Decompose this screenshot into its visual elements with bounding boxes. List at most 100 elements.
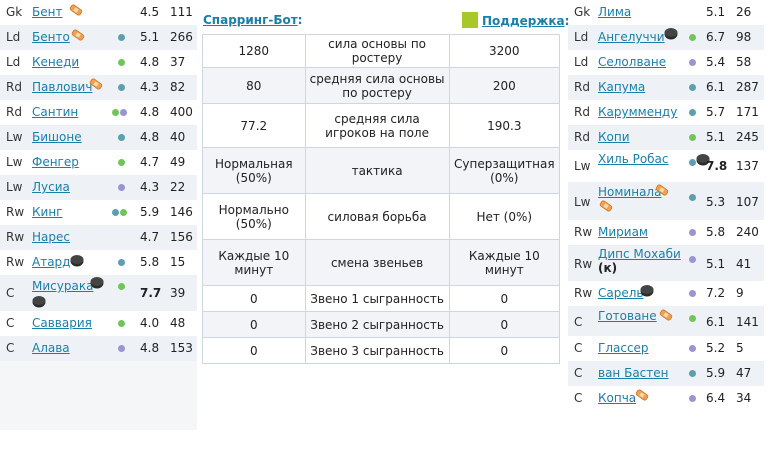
- player-row: Rw Нарес 4.7 156: [0, 225, 197, 250]
- player-name-link[interactable]: Селолване: [598, 55, 666, 69]
- puck-icon: [640, 284, 654, 297]
- metric-label: Звено 3 сыгранность: [304, 337, 450, 364]
- player-position: Gk: [6, 5, 23, 19]
- player-row: Rw Сарель 7.2 9: [568, 281, 764, 306]
- player-strength: 7.7: [140, 286, 162, 300]
- away-value: 0: [448, 285, 561, 312]
- home-value: 77.2: [202, 103, 306, 148]
- player-name-link[interactable]: Алава: [32, 341, 70, 355]
- player-name-link[interactable]: Хиль Робас: [598, 152, 669, 166]
- player-name-link[interactable]: Номинала: [598, 185, 661, 199]
- skill-dot: [689, 345, 696, 352]
- player-row: Rd Карумменду 5.7 171: [568, 100, 764, 125]
- player-strength: 7.8: [706, 159, 728, 173]
- away-value: 0: [448, 337, 561, 364]
- player-name-link[interactable]: Сарель: [598, 286, 643, 300]
- skill-dot: [689, 59, 696, 66]
- player-name-link[interactable]: Мириам: [598, 225, 648, 239]
- away-value: 0: [448, 311, 561, 338]
- player-position: C: [574, 341, 583, 355]
- player-row: Lw Номинала 5.3 107: [568, 182, 764, 220]
- skill-dots: [689, 345, 697, 359]
- player-row: Lw Лусиа 4.3 22: [0, 175, 197, 200]
- player-row: Rw Атард 5.8 15: [0, 250, 197, 275]
- player-name-link[interactable]: Глассер: [598, 341, 649, 355]
- player-number: 171: [736, 105, 759, 119]
- player-strength: 4.8: [140, 55, 160, 69]
- player-strength: 4.0: [140, 316, 160, 330]
- player-number: 22: [170, 180, 186, 194]
- player-name-link[interactable]: Бишоне: [32, 130, 82, 144]
- captain-mark: (к): [598, 261, 618, 275]
- puck-icon: [70, 254, 84, 267]
- player-name-link[interactable]: Павлович: [32, 80, 92, 94]
- player-name-link[interactable]: Копи: [598, 130, 630, 144]
- home-value: 0: [202, 285, 306, 312]
- player-position: Rd: [6, 80, 22, 94]
- player-name-link[interactable]: Лусиа: [32, 180, 70, 194]
- player-name-link[interactable]: Бенто: [32, 30, 70, 44]
- skill-dots: [689, 59, 697, 73]
- player-name-link[interactable]: Дипс Мохаби: [598, 247, 681, 261]
- comparison-row: 77.2 средняя сила игроков на поле 190.3: [202, 103, 561, 148]
- player-name-link[interactable]: Нарес: [32, 230, 70, 244]
- player-position: Rd: [574, 80, 590, 94]
- skill-dot: [689, 370, 696, 377]
- skill-dot: [120, 209, 127, 216]
- skill-dots: [689, 194, 697, 208]
- player-name-link[interactable]: Готоване: [598, 309, 657, 323]
- home-value: 0: [202, 311, 306, 338]
- player-number: 47: [736, 366, 752, 380]
- player-name-link[interactable]: Сантин: [32, 105, 78, 119]
- player-name-link[interactable]: ван Бастен: [598, 366, 669, 380]
- player-position: Rw: [6, 205, 25, 219]
- player-strength: 4.8: [140, 130, 160, 144]
- player-name-link[interactable]: Карумменду: [598, 105, 677, 119]
- player-number: 48: [170, 316, 186, 330]
- comparison-row: Каждые 10 минут смена звеньев Каждые 10 ми…: [202, 239, 561, 286]
- injury-plaster-icon: [68, 4, 84, 17]
- player-row: Rd Сантин 4.8 400: [0, 100, 197, 125]
- skill-dots: [118, 184, 126, 198]
- player-name-link[interactable]: Кинг: [32, 205, 62, 219]
- player-name-link[interactable]: Фенгер: [32, 155, 79, 169]
- away-value: Суперзащитная (0%): [448, 147, 561, 194]
- player-number: 107: [736, 195, 759, 209]
- player-strength: 5.8: [140, 255, 160, 269]
- player-row: C Алава 4.8 153: [0, 336, 197, 361]
- player-row: Ld Селолване 5.4 58: [568, 50, 764, 75]
- skill-dots: [118, 320, 126, 334]
- player-name-link[interactable]: Капума: [598, 80, 645, 94]
- player-name-link[interactable]: Саввария: [32, 316, 92, 330]
- player-position: C: [574, 315, 583, 329]
- player-number: 9: [736, 286, 744, 300]
- player-row: Lw Бишоне 4.8 40: [0, 125, 197, 150]
- player-number: 40: [170, 130, 186, 144]
- player-name-link[interactable]: Ангелуччи: [598, 30, 665, 44]
- skill-dots: [689, 395, 697, 409]
- player-name-link[interactable]: Атард: [32, 255, 70, 269]
- player-position: Ld: [6, 30, 21, 44]
- player-name-link[interactable]: Мисурака: [32, 279, 93, 293]
- player-row: C Копча 6.4 34: [568, 386, 764, 411]
- player-position: C: [574, 391, 583, 405]
- player-name-link[interactable]: Лима: [598, 5, 631, 19]
- player-name-link[interactable]: Кенеди: [32, 55, 79, 69]
- player-position: Rd: [6, 105, 22, 119]
- sparring-bot-link[interactable]: Спарринг-Бот: [203, 13, 298, 27]
- skill-dot: [120, 109, 127, 116]
- skill-dots: [689, 134, 697, 148]
- player-strength: 5.4: [706, 55, 726, 69]
- player-position: C: [6, 316, 15, 330]
- skill-dots: [689, 290, 697, 304]
- player-name-link[interactable]: Бент: [32, 5, 62, 19]
- support-header: Поддержка:: [462, 12, 569, 28]
- player-number: 82: [170, 80, 186, 94]
- skill-dot: [689, 315, 696, 322]
- skill-dots: [689, 84, 697, 98]
- skill-dots: [118, 345, 126, 359]
- away-value: Каждые 10 минут: [448, 239, 561, 286]
- player-number: 26: [736, 5, 752, 19]
- support-link[interactable]: Поддержка: [482, 14, 565, 28]
- player-name-link[interactable]: Копча: [598, 391, 636, 405]
